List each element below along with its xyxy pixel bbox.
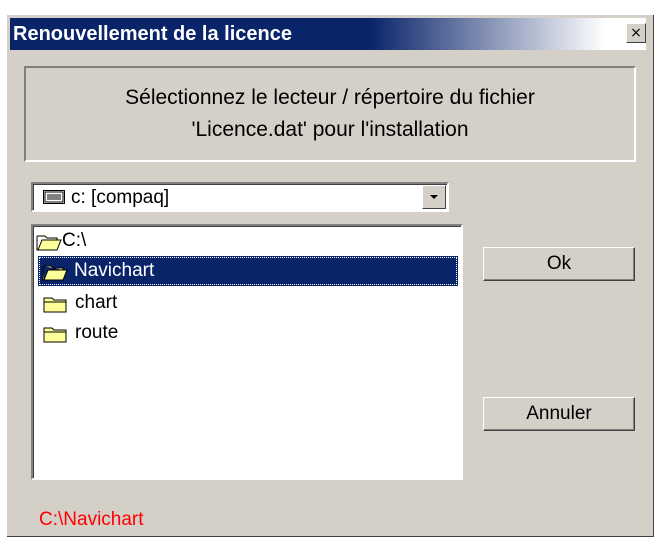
instruction-panel: Sélectionnez le lecteur / répertoire du … [24,66,636,162]
tree-item-label: Navichart [74,260,155,281]
tree-item-navichart[interactable]: Navichart [38,256,458,286]
tree-item-chart[interactable]: chart [43,288,183,318]
title-bar[interactable]: Renouvellement de la licence × [10,18,646,50]
cancel-button[interactable]: Annuler [483,397,635,431]
tree-item-label: chart [75,292,118,313]
folder-tree[interactable]: C:\ Navichart chart route [31,224,463,480]
current-path-label: C:\Navichart [39,509,144,530]
chevron-down-icon [430,195,438,199]
tree-item-label: C:\ [62,230,87,251]
close-icon: × [630,25,642,41]
tree-item-root[interactable]: C:\ [34,226,174,256]
close-button[interactable]: × [626,23,646,43]
instruction-line-1: Sélectionnez le lecteur / répertoire du … [125,86,535,109]
folder-closed-icon [43,297,67,313]
folder-open-icon [36,235,62,251]
license-dialog: Renouvellement de la licence × Sélection… [6,14,654,537]
tree-item-label: route [75,322,119,343]
drive-dropdown-button[interactable] [422,185,446,209]
ok-button[interactable]: Ok [483,247,635,281]
tree-item-route[interactable]: route [43,318,183,348]
drive-icon [43,190,65,204]
instruction-line-2: 'Licence.dat' pour l'installation [191,118,469,141]
window-title: Renouvellement de la licence [10,18,630,50]
drive-select[interactable]: c: [compaq] [31,182,449,212]
folder-open-icon [42,265,68,281]
folder-closed-icon [43,327,67,343]
drive-selected-value: c: [compaq] [71,187,170,208]
